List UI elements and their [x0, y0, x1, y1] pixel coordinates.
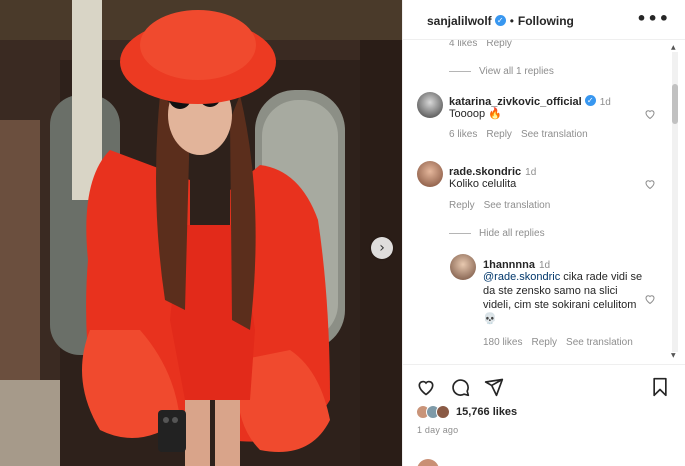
comment-time[interactable]: 1d [525, 167, 536, 178]
hide-replies-button[interactable]: Hide all replies [449, 228, 545, 239]
like-heart-icon[interactable] [416, 377, 436, 397]
prev-reply-button[interactable]: Reply [486, 40, 512, 49]
likes-count[interactable]: 15,766 likes [456, 406, 517, 418]
mention-link[interactable]: @rade.skondric [483, 271, 560, 283]
comments-scrollbar[interactable]: ▲ ▼ [671, 44, 679, 360]
comment-meta: 6 likes Reply See translation [449, 129, 597, 140]
author-username[interactable]: sanjalilwolf [427, 14, 492, 28]
see-translation-button[interactable]: See translation [521, 129, 588, 140]
header-author: sanjalilwolf ✓ • Following [427, 12, 574, 30]
reply-meta: 180 likes Reply See translation [483, 337, 642, 348]
avatar[interactable] [417, 161, 443, 187]
separator-dot: • [509, 14, 514, 28]
avatar [417, 459, 439, 466]
reply-button[interactable]: Reply [449, 200, 475, 211]
see-translation-button[interactable]: See translation [566, 337, 633, 348]
post-header: sanjalilwolf ✓ • Following ••• [403, 0, 685, 40]
reply-likes[interactable]: 180 likes [483, 337, 522, 348]
scroll-down-icon[interactable]: ▼ [671, 352, 676, 359]
heart-icon[interactable] [644, 293, 656, 305]
avatar[interactable] [417, 92, 443, 118]
verified-badge-icon: ✓ [494, 15, 506, 27]
verified-badge-icon: ✓ [584, 95, 596, 107]
reply-text: @rade.skondric cika rade vidi se da ste … [483, 270, 643, 326]
comment-meta: Reply See translation [449, 200, 559, 211]
post-sidebar: sanjalilwolf ✓ • Following ••• 4 likes Reply… [402, 0, 685, 466]
prev-comment-meta: 4 likes Reply [449, 40, 512, 49]
comment-text: Toooop 🔥 [449, 108, 502, 120]
heart-icon[interactable] [644, 178, 656, 190]
comment-bubble-icon[interactable] [450, 377, 470, 397]
photo-illustration [0, 0, 402, 466]
prev-likes[interactable]: 4 likes [449, 40, 477, 49]
comment-likes[interactable]: 6 likes [449, 129, 477, 140]
following-button[interactable]: Following [518, 14, 574, 28]
see-translation-button[interactable]: See translation [484, 200, 551, 211]
reply-button[interactable]: Reply [531, 337, 557, 348]
liker-avatar [436, 405, 450, 419]
likes-summary[interactable]: 15,766 likes [416, 405, 517, 419]
heart-icon[interactable] [644, 108, 656, 120]
comment-text: Koliko celulita [449, 178, 517, 190]
post-actions: 15,766 likes 1 day ago [403, 364, 685, 466]
reply-button[interactable]: Reply [486, 129, 512, 140]
share-send-icon[interactable] [484, 377, 504, 397]
post-photo: › [0, 0, 402, 466]
scroll-up-icon[interactable]: ▲ [671, 44, 676, 51]
avatar[interactable] [450, 254, 476, 280]
post-timestamp[interactable]: 1 day ago [417, 425, 458, 435]
more-options-icon[interactable]: ••• [636, 9, 670, 28]
scroll-thumb[interactable] [672, 84, 678, 124]
chevron-right-icon: › [379, 240, 385, 256]
comment-time[interactable]: 1d [600, 97, 611, 108]
next-photo-button[interactable]: › [371, 237, 393, 259]
bookmark-icon[interactable] [650, 377, 670, 397]
view-replies-button[interactable]: View all 1 replies [449, 66, 554, 77]
comment-username[interactable]: rade.skondric [449, 166, 521, 178]
comments-list: 4 likes Reply View all 1 replies katarina… [403, 40, 685, 364]
